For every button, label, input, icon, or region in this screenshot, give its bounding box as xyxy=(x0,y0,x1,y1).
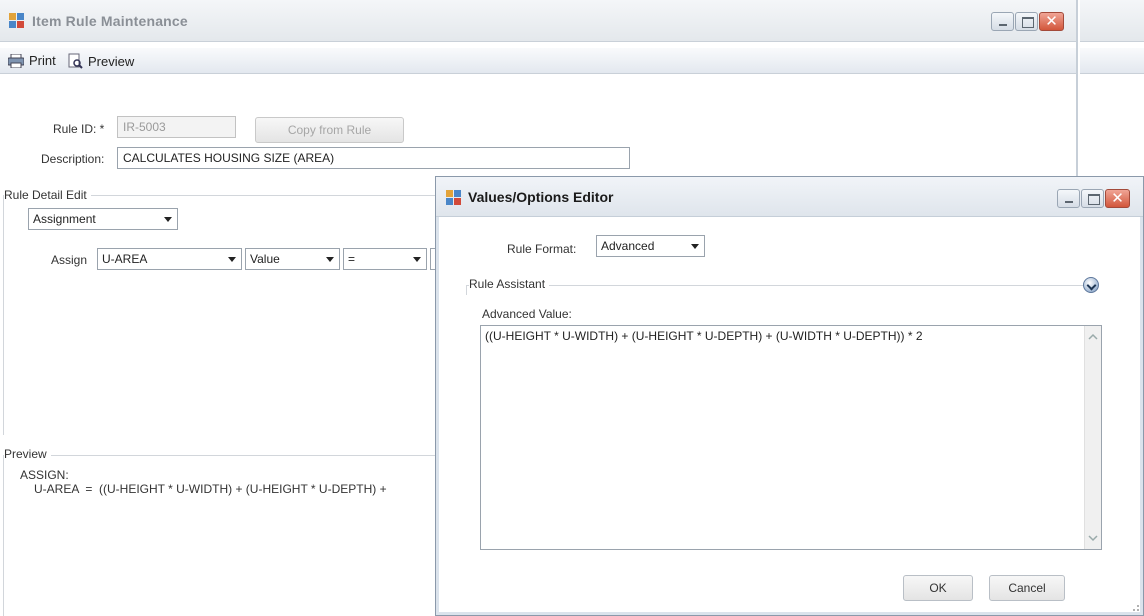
preview-group-title: Preview xyxy=(4,447,51,461)
advanced-value-text: ((U-HEIGHT * U-WIDTH) + (U-HEIGHT * U-DE… xyxy=(485,329,923,343)
dialog-window-controls: ✕ xyxy=(1056,189,1130,208)
ok-button[interactable]: OK xyxy=(903,575,973,601)
dialog-title: Values/Options Editor xyxy=(468,189,614,205)
print-button[interactable]: Print xyxy=(8,53,56,68)
chevron-down-circle-icon[interactable] xyxy=(1083,277,1099,293)
rule-assistant-group-left-border xyxy=(466,285,467,295)
main-title-bar[interactable]: Item Rule Maintenance ✕ xyxy=(0,0,1076,42)
assign-target-select[interactable]: U-AREA xyxy=(97,248,242,270)
advanced-value-label: Advanced Value: xyxy=(482,307,572,321)
cancel-button[interactable]: Cancel xyxy=(989,575,1065,601)
preview-group-border xyxy=(3,455,435,456)
preview-icon xyxy=(68,53,83,69)
dialog-minimize-button[interactable] xyxy=(1057,189,1080,208)
dialog-close-button[interactable]: ✕ xyxy=(1105,189,1130,208)
preview-button[interactable]: Preview xyxy=(67,53,134,69)
advanced-value-textarea[interactable]: ((U-HEIGHT * U-WIDTH) + (U-HEIGHT * U-DE… xyxy=(480,325,1102,550)
app-window-icon xyxy=(9,13,24,28)
rule-format-label: Rule Format: xyxy=(507,242,577,256)
advanced-value-scrollbar[interactable] xyxy=(1084,326,1101,549)
assign-label: Assign xyxy=(51,253,88,267)
close-icon: ✕ xyxy=(1045,13,1058,30)
rule-type-value: Assignment xyxy=(33,212,96,226)
scroll-up-icon[interactable] xyxy=(1087,330,1099,344)
background-window-toolbar-strip xyxy=(1080,48,1144,74)
dialog-maximize-button[interactable] xyxy=(1081,189,1104,208)
copy-from-rule-button[interactable]: Copy from Rule xyxy=(255,117,404,143)
chevron-down-icon xyxy=(691,244,699,249)
rule-assistant-title: Rule Assistant xyxy=(469,277,550,291)
description-label: Description: xyxy=(41,152,105,166)
rule-format-value: Advanced xyxy=(601,239,655,253)
chevron-down-icon xyxy=(228,257,236,262)
chevron-down-icon xyxy=(164,217,172,222)
assign-operator-value: = xyxy=(348,252,356,266)
assign-operator-select[interactable]: = xyxy=(343,248,427,270)
app-window-icon xyxy=(446,190,461,205)
main-window-title: Item Rule Maintenance xyxy=(32,13,188,29)
values-options-editor-dialog: Values/Options Editor ✕ Rule Format: Adv… xyxy=(435,176,1144,616)
main-window-controls: ✕ xyxy=(990,12,1064,31)
print-label: Print xyxy=(29,53,56,68)
maximize-icon xyxy=(1016,13,1037,30)
dialog-body: Rule Format: Advanced Rule Assistant Adv… xyxy=(444,217,1135,607)
rule-detail-group-title: Rule Detail Edit xyxy=(4,188,91,202)
rule-detail-group-left-border xyxy=(3,195,4,435)
chevron-down-icon xyxy=(326,257,334,262)
dialog-title-bar[interactable]: Values/Options Editor ✕ xyxy=(436,177,1143,217)
assign-target-value: U-AREA xyxy=(102,252,148,266)
rule-id-field[interactable]: IR-5003 xyxy=(117,116,236,138)
main-toolbar: Print Preview xyxy=(0,48,1076,74)
maximize-button[interactable] xyxy=(1015,12,1038,31)
rule-format-select[interactable]: Advanced xyxy=(596,235,705,257)
preview-line-expression: U-AREA = ((U-HEIGHT * U-WIDTH) + (U-HEIG… xyxy=(34,482,387,496)
minimize-icon xyxy=(1058,190,1079,207)
rule-type-select[interactable]: Assignment xyxy=(28,208,178,230)
maximize-icon xyxy=(1082,190,1103,207)
printer-icon xyxy=(8,53,24,68)
description-field[interactable]: CALCULATES HOUSING SIZE (AREA) xyxy=(117,147,630,169)
scroll-down-icon[interactable] xyxy=(1087,531,1099,545)
resize-grip-icon[interactable] xyxy=(1130,602,1140,612)
close-icon: ✕ xyxy=(1111,190,1124,207)
preview-group-left-border xyxy=(3,455,4,616)
preview-line-assign: ASSIGN: xyxy=(20,468,69,482)
chevron-down-icon xyxy=(413,257,421,262)
rule-id-label: Rule ID: * xyxy=(53,122,105,136)
minimize-button[interactable] xyxy=(991,12,1014,31)
close-button[interactable]: ✕ xyxy=(1039,12,1064,31)
minimize-icon xyxy=(992,13,1013,30)
background-window-title-strip xyxy=(1080,0,1144,42)
preview-label: Preview xyxy=(88,53,135,69)
rule-assistant-group-border xyxy=(466,285,1086,286)
assign-source-value: Value xyxy=(250,252,280,266)
assign-source-select[interactable]: Value xyxy=(245,248,340,270)
